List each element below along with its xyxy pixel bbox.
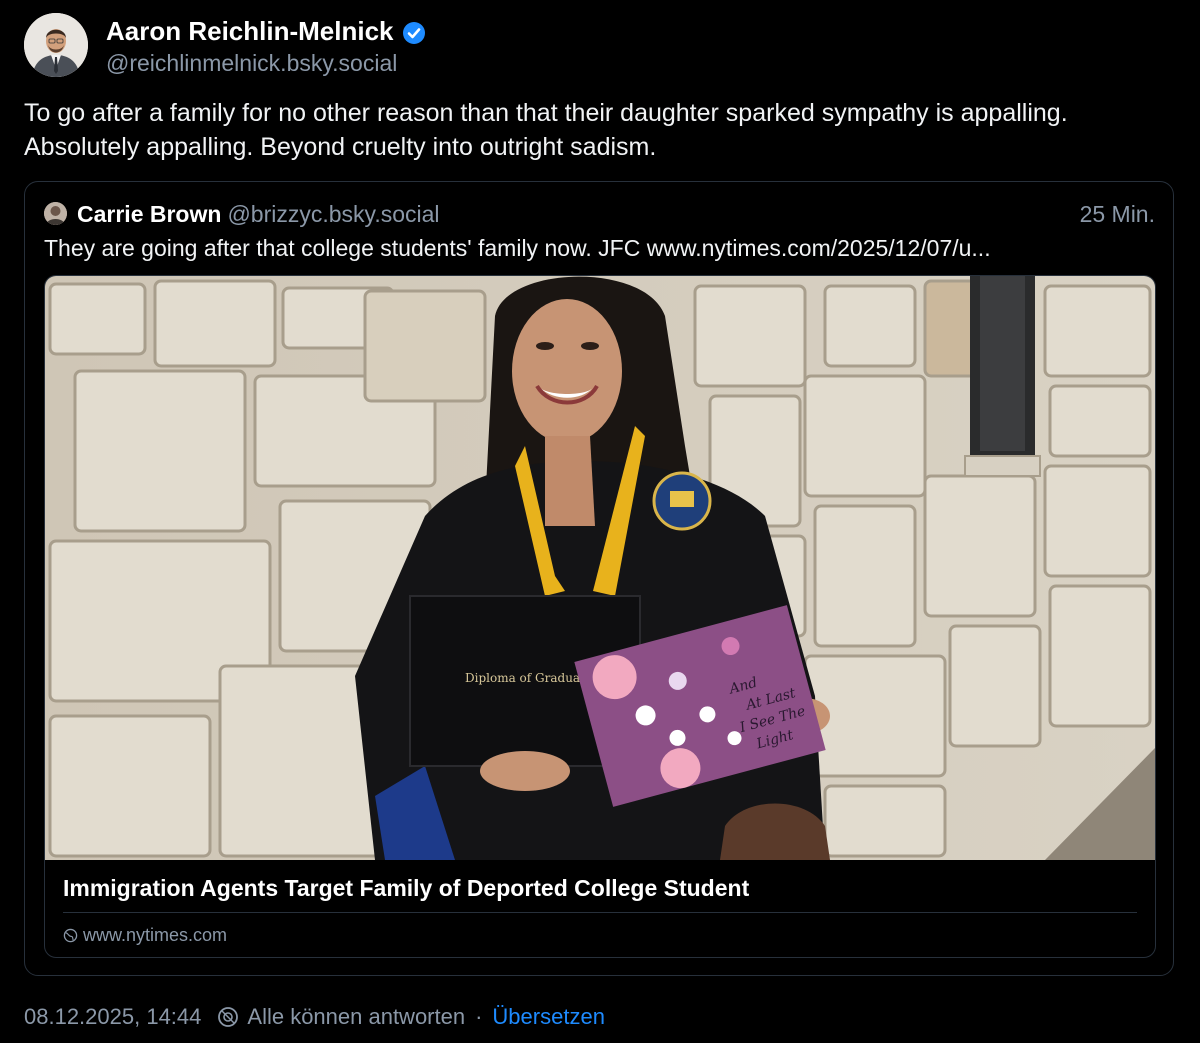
link-card-divider bbox=[63, 912, 1137, 913]
quoted-author-handle[interactable]: @brizzyc.bsky.social bbox=[227, 201, 439, 227]
quoted-post-text: They are going after that college studen… bbox=[44, 235, 991, 261]
quoted-author-avatar[interactable] bbox=[44, 202, 67, 225]
reply-setting-icon bbox=[217, 1006, 239, 1028]
author-display-name[interactable]: Aaron Reichlin-Melnick bbox=[106, 14, 426, 48]
avatar-image bbox=[24, 13, 88, 77]
verified-badge-icon[interactable] bbox=[402, 19, 426, 44]
link-card-domain: www.nytimes.com bbox=[63, 922, 227, 948]
post-footer: 08.12.2025, 14:44 Alle können antworten … bbox=[24, 1000, 605, 1034]
author-avatar[interactable] bbox=[24, 13, 88, 77]
translate-link[interactable]: Übersetzen bbox=[492, 1000, 605, 1034]
link-card-title[interactable]: Immigration Agents Target Family of Depo… bbox=[63, 873, 749, 903]
footer-separator: · bbox=[475, 1004, 483, 1029]
quoted-post-header: Carrie Brown @brizzyc.bsky.social bbox=[77, 198, 440, 230]
reply-setting-text[interactable]: Alle können antworten bbox=[247, 1000, 465, 1034]
link-preview-card[interactable]: Diploma of Graduation And At Last I See … bbox=[44, 275, 1156, 958]
link-card-domain-text: www.nytimes.com bbox=[83, 925, 228, 945]
post-timestamp: 08.12.2025, 14:44 bbox=[24, 1004, 202, 1029]
quoted-avatar-image bbox=[44, 202, 67, 225]
quoted-author-name[interactable]: Carrie Brown bbox=[77, 201, 221, 227]
author-handle[interactable]: @reichlinmelnick.bsky.social bbox=[106, 48, 397, 78]
post-text: To go after a family for no other reason… bbox=[24, 99, 1068, 161]
quoted-post[interactable]: Carrie Brown @brizzyc.bsky.social 25 Min.… bbox=[24, 181, 1174, 976]
author-display-name-text[interactable]: Aaron Reichlin-Melnick bbox=[106, 14, 394, 48]
globe-icon bbox=[63, 928, 78, 942]
quoted-post-time[interactable]: 25 Min. bbox=[1080, 198, 1155, 230]
link-preview-image[interactable]: Diploma of Graduation And At Last I See … bbox=[45, 276, 1155, 860]
